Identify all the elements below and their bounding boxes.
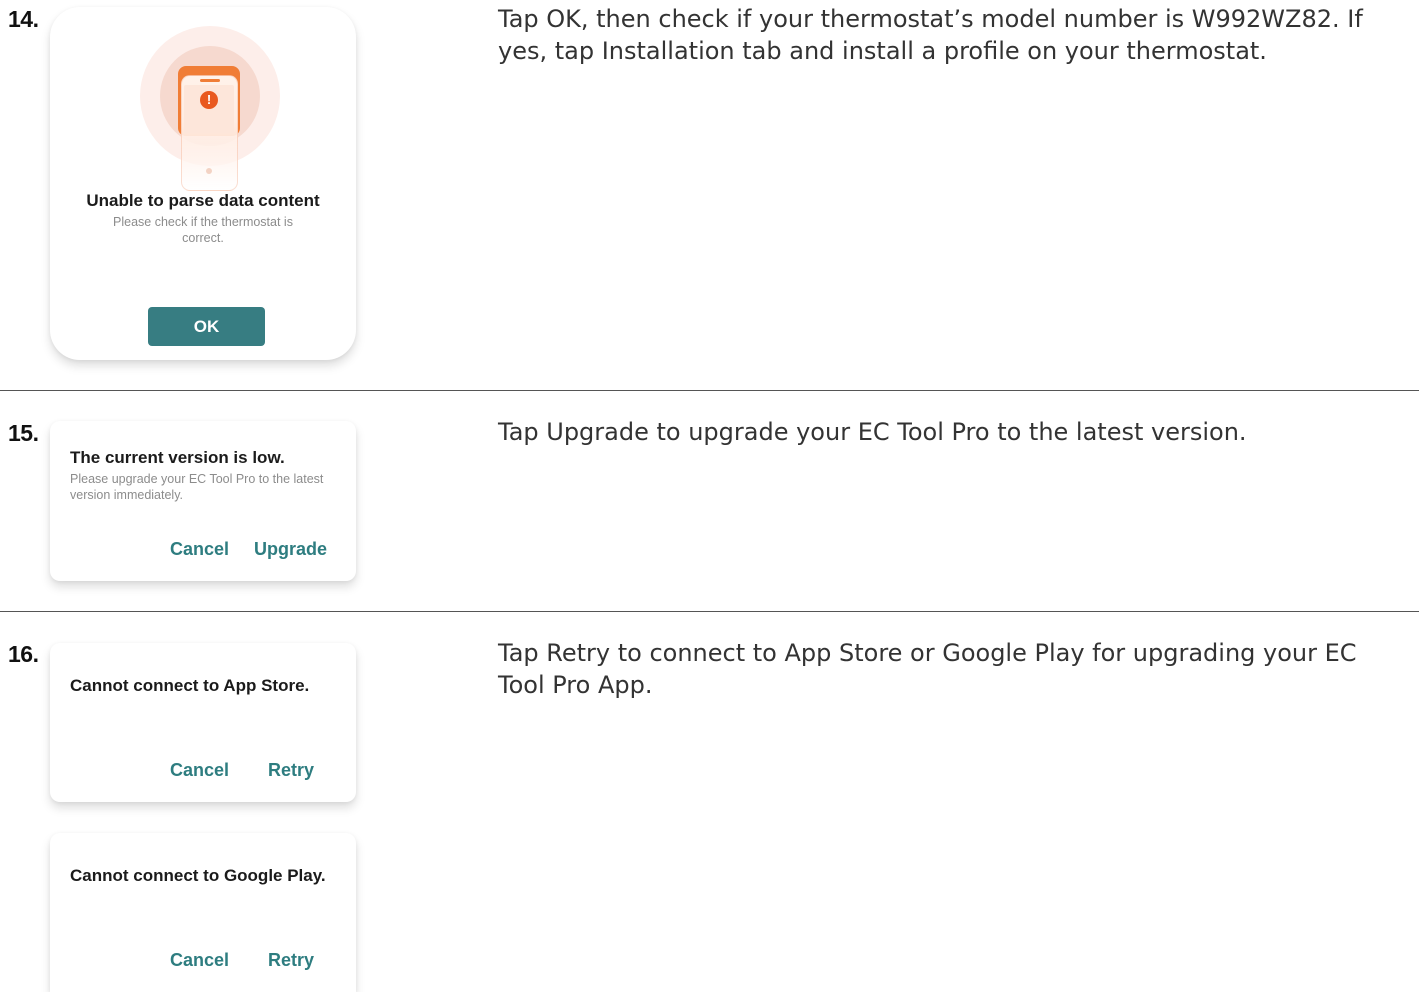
step-number-14: 14. [8,6,39,32]
phone-home-button [206,168,212,174]
cancel-button[interactable]: Cancel [170,760,229,781]
step-number-16: 16. [8,641,39,667]
step-15-instruction: Tap Upgrade to upgrade your EC Tool Pro … [498,418,1247,446]
section-divider [0,611,1419,612]
phone-speaker [200,79,220,82]
version-low-dialog: The current version is low. Please upgra… [50,421,356,581]
dialog-message: Please upgrade your EC Tool Pro to the l… [70,472,324,502]
step-16-instruction: Tap Retry to connect to App Store or Goo… [498,639,1357,699]
section-divider [0,390,1419,391]
dialog-title: Cannot connect to App Store. [70,676,310,695]
retry-button[interactable]: Retry [268,950,314,971]
dialog-message: Please check if the thermostat is correc… [113,215,293,245]
cancel-button[interactable]: Cancel [170,539,229,560]
exclamation-icon: ! [200,91,218,109]
ok-button[interactable]: OK [148,307,265,346]
google-play-error-dialog: Cannot connect to Google Play. Cancel Re… [50,833,356,992]
upgrade-button[interactable]: Upgrade [254,539,327,560]
app-store-error-dialog: Cannot connect to App Store. Cancel Retr… [50,643,356,802]
retry-button[interactable]: Retry [268,760,314,781]
dialog-title: Cannot connect to Google Play. [70,866,326,885]
step-number-15: 15. [8,420,39,446]
dialog-title: The current version is low. [70,448,285,467]
dialog-title: Unable to parse data content [86,191,320,210]
cancel-button[interactable]: Cancel [170,950,229,971]
step-14-instruction: Tap OK, then check if your thermostat’s … [498,5,1363,65]
parse-error-dialog: ! Unable to parse data content Please ch… [50,7,356,360]
